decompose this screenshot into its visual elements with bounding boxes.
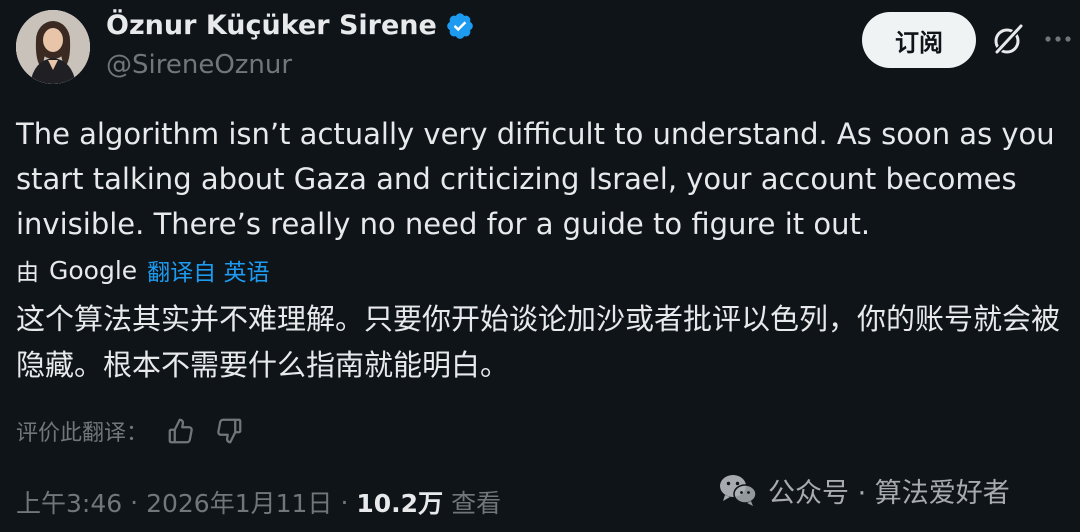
tweet-date[interactable]: 2026年1月11日: [146, 484, 332, 520]
tweet-meta: 上午3:46 · 2026年1月11日 · 10.2万 查看: [16, 484, 501, 520]
display-name-text[interactable]: Öznur Küçüker Sirene: [106, 10, 437, 41]
verified-badge-icon: [447, 12, 473, 39]
wechat-icon: [720, 475, 757, 506]
thumbs-down-icon[interactable]: [214, 416, 244, 446]
translated-from-link[interactable]: 翻译自 英语: [147, 253, 269, 287]
meta-separator: ·: [130, 487, 139, 517]
google-logo: Google: [49, 255, 138, 285]
tweet-text: The algorithm isn’t actually very diffic…: [16, 117, 1055, 241]
translation-attribution: 由 Google 翻译自 英语: [16, 253, 269, 287]
watermark: 公众号 · 算法爱好者: [718, 470, 1010, 510]
rate-translation-row: 评价此翻译：: [16, 413, 244, 449]
translated-text: 这个算法其实并不难理解。只要你开始谈论加沙或者批评以色列，你的账号就会被隐藏。根…: [16, 302, 1061, 382]
rate-translation-label: 评价此翻译：: [16, 421, 149, 446]
translated-by-label: 由: [16, 260, 39, 286]
user-handle[interactable]: @SireneOznur: [106, 50, 292, 80]
grok-icon[interactable]: [990, 22, 1026, 58]
watermark-text: 公众号 · 算法爱好者: [768, 477, 1010, 509]
views-count: 10.2万: [356, 489, 444, 518]
avatar[interactable]: [16, 10, 90, 84]
thumbs-up-icon[interactable]: [166, 416, 196, 446]
meta-separator: ·: [340, 487, 349, 517]
subscribe-button[interactable]: 订阅: [862, 12, 976, 68]
tweet-time[interactable]: 上午3:46: [16, 484, 122, 520]
tweet-card: Öznur Küçüker Sirene @SireneOznur 订阅 The…: [0, 0, 1080, 532]
display-name[interactable]: Öznur Küçüker Sirene: [106, 10, 475, 41]
views-label: 查看: [451, 489, 502, 518]
more-icon[interactable]: [1043, 28, 1073, 50]
